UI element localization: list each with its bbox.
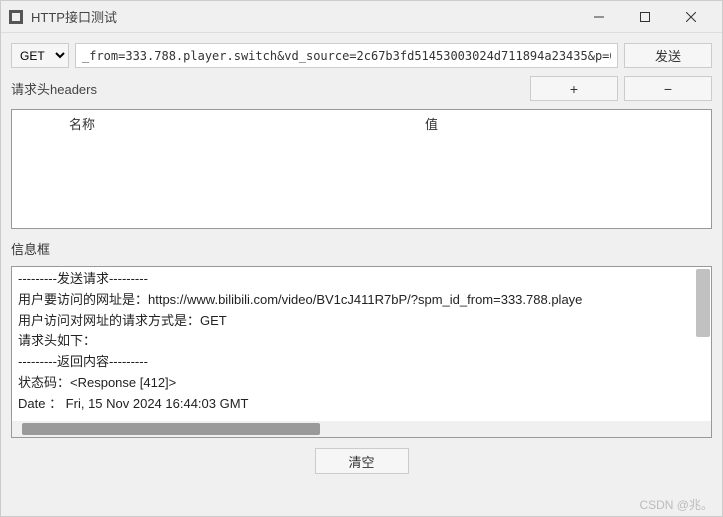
info-line: 状态码：<Response [412]> — [18, 373, 705, 394]
minimize-button[interactable] — [576, 2, 622, 32]
info-content[interactable]: ---------发送请求--------- 用户要访问的网址是：https:/… — [12, 267, 711, 421]
window-title: HTTP接口测试 — [31, 7, 576, 26]
info-line: 请求头如下： — [18, 331, 705, 352]
minimize-icon — [594, 12, 604, 22]
headers-table[interactable]: 名称 值 — [11, 109, 712, 229]
url-input[interactable] — [75, 43, 618, 68]
info-line: Date ： Fri, 15 Nov 2024 16:44:03 GMT — [18, 394, 705, 415]
method-select[interactable]: GET — [11, 43, 69, 68]
window: HTTP接口测试 GET 发送 请求头headers + − — [0, 0, 723, 517]
remove-header-button[interactable]: − — [624, 76, 712, 101]
horizontal-scrollbar-thumb[interactable] — [22, 423, 320, 435]
info-label: 信息框 — [11, 239, 712, 258]
bottom-row: 清空 — [11, 446, 712, 476]
info-line: ---------返回内容--------- — [18, 352, 705, 373]
maximize-icon — [640, 12, 650, 22]
clear-button[interactable]: 清空 — [315, 448, 409, 474]
app-icon — [9, 10, 23, 24]
info-line: 用户要访问的网址是：https://www.bilibili.com/video… — [18, 290, 705, 311]
add-header-button[interactable]: + — [530, 76, 618, 101]
titlebar: HTTP接口测试 — [1, 1, 722, 33]
close-icon — [686, 12, 696, 22]
info-line: 用户访问对网址的请求方式是：GET — [18, 311, 705, 332]
horizontal-scrollbar-track[interactable] — [12, 421, 711, 437]
content-area: GET 发送 请求头headers + − 名称 值 信息框 — [1, 33, 722, 516]
info-box: ---------发送请求--------- 用户要访问的网址是：https:/… — [11, 266, 712, 438]
close-button[interactable] — [668, 2, 714, 32]
info-line: ---------发送请求--------- — [18, 269, 705, 290]
maximize-button[interactable] — [622, 2, 668, 32]
column-value: 值 — [152, 110, 711, 137]
send-button[interactable]: 发送 — [624, 43, 712, 68]
headers-controls: 请求头headers + − — [11, 76, 712, 101]
table-header-row: 名称 值 — [12, 110, 711, 137]
headers-label: 请求头headers — [11, 79, 524, 98]
vertical-scrollbar[interactable] — [696, 269, 710, 337]
request-row: GET 发送 — [11, 43, 712, 68]
column-name: 名称 — [12, 110, 152, 137]
window-controls — [576, 2, 714, 32]
